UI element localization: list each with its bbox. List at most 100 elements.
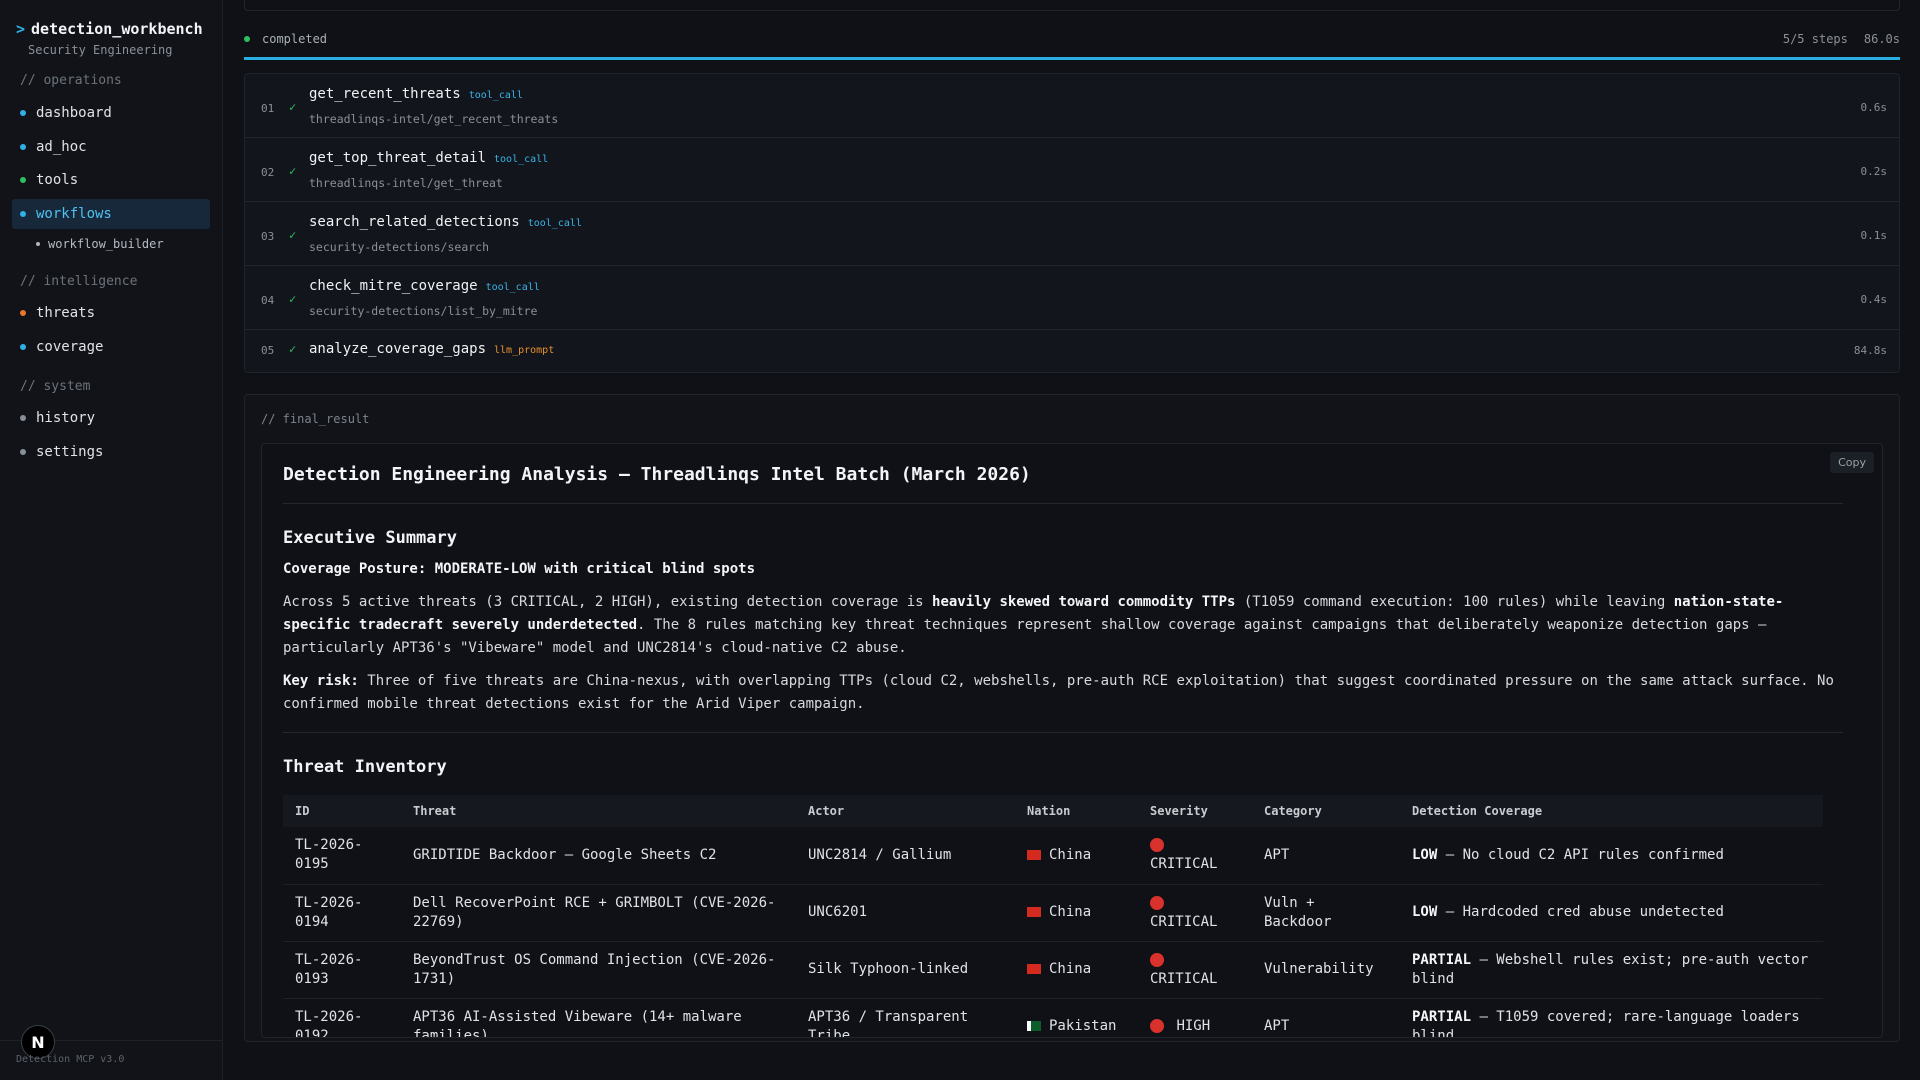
nav-section-intelligence: // intelligence bbox=[20, 274, 138, 289]
red-circle-icon bbox=[1150, 952, 1164, 967]
threat-name: BeyondTrust OS Command Injection (CVE-20… bbox=[401, 941, 796, 999]
sidebar-item-label: threats bbox=[36, 305, 96, 321]
red-circle-icon bbox=[1150, 838, 1164, 853]
check-icon: ✓ bbox=[289, 164, 297, 178]
coverage-cell: PARTIAL — T1059 covered; rare-language l… bbox=[1400, 998, 1823, 1037]
china-flag-icon bbox=[1027, 964, 1041, 974]
sidebar-item-threats[interactable]: threats bbox=[12, 298, 210, 328]
threat-actor: UNC2814 / Gallium bbox=[796, 827, 1015, 885]
threat-actor: Silk Typhoon-linked bbox=[796, 941, 1015, 999]
step-duration: 0.6s bbox=[1860, 101, 1888, 114]
result-document[interactable]: Copy Detection Engineering Analysis — Th… bbox=[261, 443, 1883, 1038]
bullet-icon bbox=[36, 242, 40, 246]
table-row: TL-2026-0194 Dell RecoverPoint RCE + GRI… bbox=[283, 884, 1823, 942]
column-header: Threat bbox=[413, 804, 457, 818]
table-row: TL-2026-0192 APT36 AI-Assisted Vibeware … bbox=[283, 998, 1823, 1037]
sidebar-item-tools[interactable]: tools bbox=[12, 165, 210, 195]
sidebar-item-settings[interactable]: settings bbox=[12, 437, 210, 467]
column-header: Category bbox=[1264, 804, 1322, 818]
severity-cell: CRITICAL bbox=[1138, 827, 1252, 885]
column-header: ID bbox=[295, 804, 310, 818]
pakistan-flag-icon bbox=[1027, 1021, 1041, 1031]
threat-name: GRIDTIDE Backdoor — Google Sheets C2 bbox=[401, 827, 796, 885]
red-circle-icon bbox=[1150, 895, 1164, 910]
app-title: detection_workbench bbox=[31, 20, 203, 38]
column-header: Actor bbox=[808, 804, 845, 818]
main-panel: completed 5/5 steps 86.0s 01 ✓ get_recen… bbox=[244, 0, 1900, 1080]
status-dot-icon bbox=[20, 211, 26, 217]
status-dot-icon bbox=[20, 449, 26, 455]
prompt-icon: > bbox=[16, 20, 26, 38]
nation-cell: China bbox=[1015, 827, 1138, 885]
steps-count: 5/5 steps bbox=[1782, 32, 1848, 46]
step-row[interactable]: 05 ✓ analyze_coverage_gaps llm_prompt 84.… bbox=[245, 330, 1899, 372]
status-dot-icon bbox=[244, 36, 250, 42]
severity-cell: CRITICAL bbox=[1138, 941, 1252, 999]
status-dot-icon bbox=[20, 177, 26, 183]
step-number: 04 bbox=[261, 294, 275, 307]
step-path: threadlinqs-intel/get_recent_threats bbox=[309, 112, 559, 126]
sidebar-item-label: ad_hoc bbox=[36, 139, 87, 155]
step-number: 05 bbox=[261, 344, 275, 357]
status-dot-icon bbox=[20, 344, 26, 350]
sidebar-item-label: settings bbox=[36, 444, 104, 460]
step-duration: 0.1s bbox=[1860, 229, 1888, 242]
status-dot-icon bbox=[20, 110, 26, 116]
column-header: Severity bbox=[1150, 804, 1208, 818]
severity-cell: HIGH bbox=[1138, 998, 1252, 1037]
check-icon: ✓ bbox=[289, 292, 297, 306]
document-title: Detection Engineering Analysis — Threadl… bbox=[283, 464, 1843, 504]
threat-name: APT36 AI-Assisted Vibeware (14+ malware … bbox=[401, 998, 796, 1037]
nation-cell: China bbox=[1015, 941, 1138, 999]
nation-cell: Pakistan bbox=[1015, 998, 1138, 1037]
sidebar-item-history[interactable]: history bbox=[12, 403, 210, 433]
category-cell: APT bbox=[1252, 827, 1400, 885]
run-status-bar: completed 5/5 steps 86.0s bbox=[244, 28, 1900, 50]
nav-section-system: // system bbox=[20, 379, 91, 394]
step-tag: tool_call bbox=[468, 90, 523, 101]
step-name: search_related_detections bbox=[309, 214, 520, 230]
threat-id: TL-2026-0192 bbox=[283, 998, 401, 1037]
step-duration: 0.4s bbox=[1860, 293, 1888, 306]
china-flag-icon bbox=[1027, 907, 1041, 917]
sidebar-item-workflows[interactable]: workflows bbox=[12, 199, 210, 229]
nation-cell: China bbox=[1015, 884, 1138, 942]
step-name: check_mitre_coverage bbox=[309, 278, 478, 294]
step-row[interactable]: 02 ✓ get_top_threat_detail tool_call thre… bbox=[245, 138, 1899, 202]
step-row[interactable]: 04 ✓ check_mitre_coverage tool_call secur… bbox=[245, 266, 1899, 330]
threat-name: Dell RecoverPoint RCE + GRIMBOLT (CVE-20… bbox=[401, 884, 796, 942]
column-header: Nation bbox=[1027, 804, 1071, 818]
step-row[interactable]: 01 ✓ get_recent_threats tool_call threadl… bbox=[245, 74, 1899, 138]
coverage-cell: LOW — No cloud C2 API rules confirmed bbox=[1400, 827, 1823, 885]
sidebar-item-label: dashboard bbox=[36, 105, 112, 121]
step-path: threadlinqs-intel/get_threat bbox=[309, 176, 503, 190]
threat-id: TL-2026-0193 bbox=[283, 941, 401, 999]
status-dot-icon bbox=[20, 415, 26, 421]
sidebar-item-ad-hoc[interactable]: ad_hoc bbox=[12, 132, 210, 162]
status-dot-icon bbox=[20, 310, 26, 316]
table-row: TL-2026-0193 BeyondTrust OS Command Inje… bbox=[283, 941, 1823, 999]
check-icon: ✓ bbox=[289, 342, 297, 356]
coverage-posture: Coverage Posture: MODERATE-LOW with crit… bbox=[283, 561, 756, 577]
run-duration: 86.0s bbox=[1863, 32, 1900, 46]
table-row: TL-2026-0195 GRIDTIDE Backdoor — Google … bbox=[283, 827, 1823, 885]
step-duration: 84.8s bbox=[1853, 344, 1887, 357]
section-heading-executive-summary: Executive Summary bbox=[283, 528, 457, 548]
version-label: Detection MCP v3.0 bbox=[16, 1054, 125, 1065]
sidebar-item-dashboard[interactable]: dashboard bbox=[12, 98, 210, 128]
final-result-panel: // final_result Copy Detection Engineeri… bbox=[244, 394, 1900, 1042]
threat-id: TL-2026-0195 bbox=[283, 827, 401, 885]
sidebar-item-coverage[interactable]: coverage bbox=[12, 332, 210, 362]
key-risk-paragraph: Key risk: Three of five threats are Chin… bbox=[283, 673, 1834, 712]
step-row[interactable]: 03 ✓ search_related_detections tool_call … bbox=[245, 202, 1899, 266]
summary-paragraph: Across 5 active threats (3 CRITICAL, 2 H… bbox=[283, 594, 1784, 656]
run-status: completed bbox=[262, 32, 328, 46]
brand[interactable]: > detection_workbench Security Engineerin… bbox=[16, 20, 203, 57]
step-name: get_recent_threats bbox=[309, 86, 461, 102]
divider bbox=[283, 732, 1843, 733]
coverage-cell: LOW — Hardcoded cred abuse undetected bbox=[1400, 884, 1823, 942]
progress-bar bbox=[244, 57, 1900, 60]
sidebar-subitem-workflow-builder[interactable]: workflow_builder bbox=[36, 237, 164, 251]
nav-section-operations: // operations bbox=[20, 73, 122, 88]
step-tag: tool_call bbox=[485, 282, 540, 293]
